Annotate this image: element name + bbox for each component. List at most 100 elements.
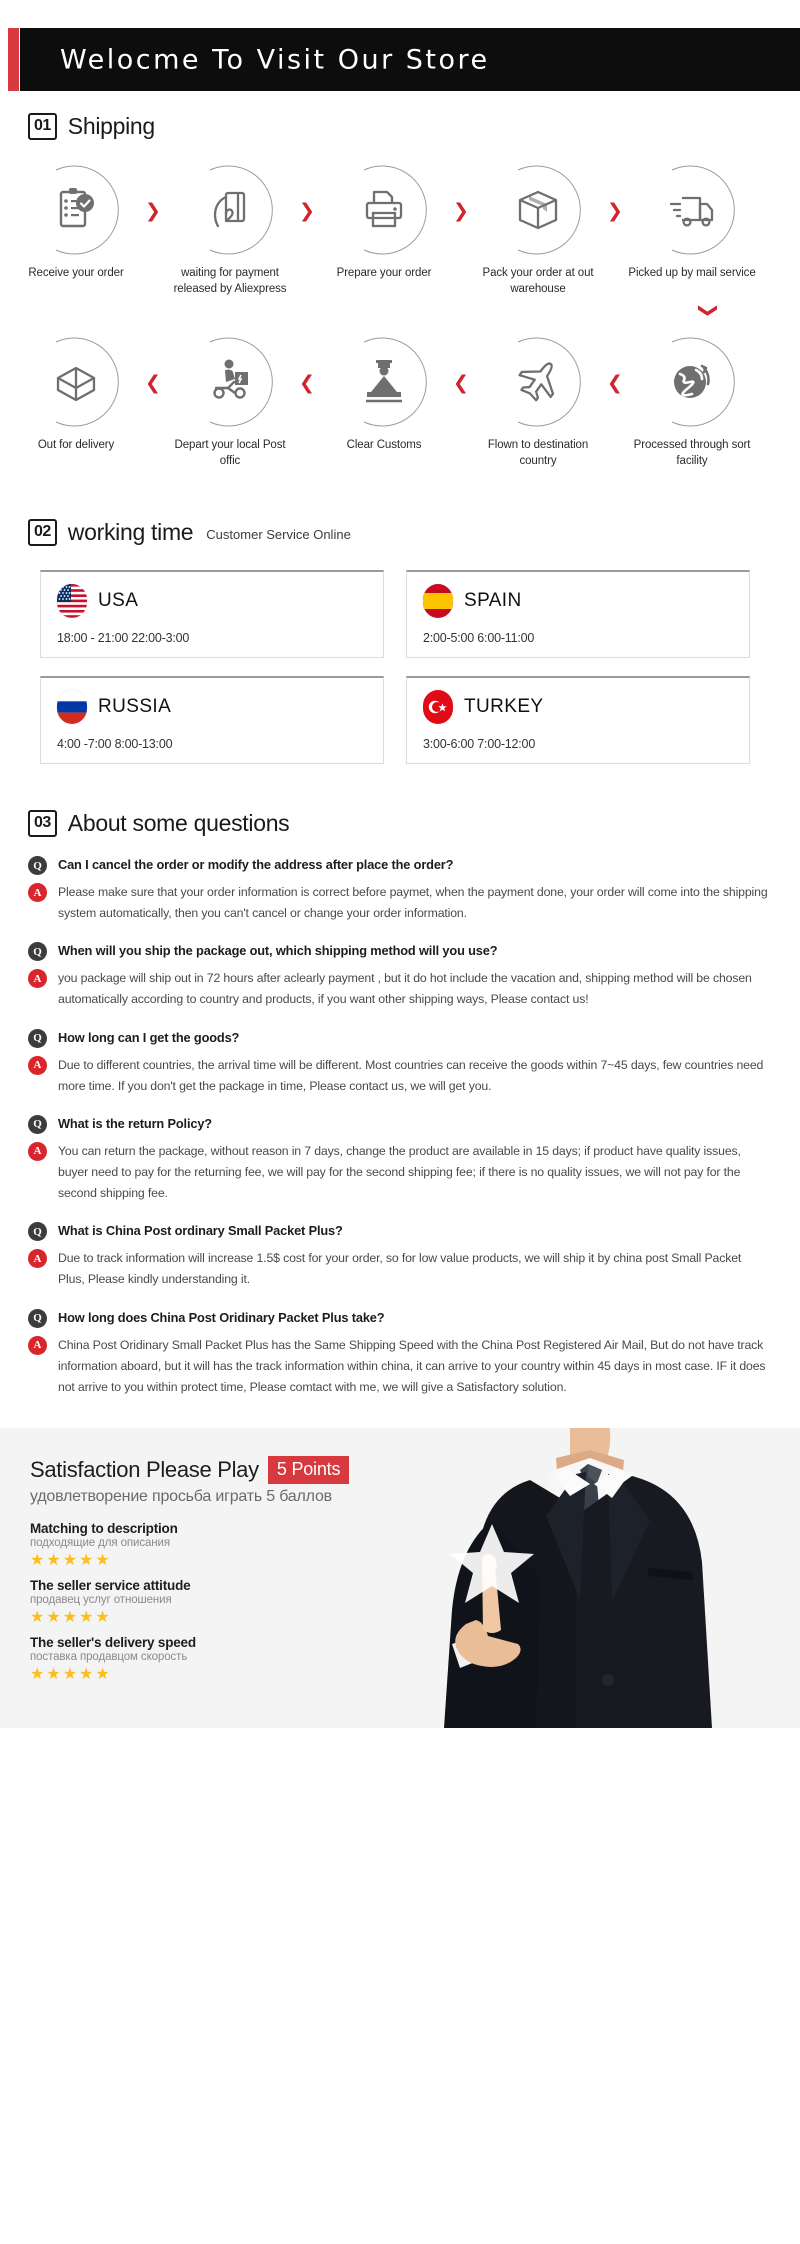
faq-answer: you package will ship out in 72 hours af… xyxy=(58,971,752,1007)
flow-step-label: Out for delivery xyxy=(37,439,115,452)
customs-officer-icon xyxy=(366,360,402,403)
working-hours: 18:00 - 21:00 22:00-3:00 xyxy=(57,631,190,646)
working-hours: 2:00-5:00 6:00-11:00 xyxy=(423,631,535,646)
flow-step: Out for delivery xyxy=(12,334,140,454)
faq-answer: You can return the package, without reas… xyxy=(58,1143,741,1201)
flow-step-label: Flown to destination country xyxy=(487,439,589,467)
star-rating-icon[interactable]: ★★★★★ xyxy=(30,1550,800,1569)
answer-badge: A xyxy=(28,1141,47,1161)
flow-step: Clear Customs xyxy=(320,334,448,454)
rating-name-ru: поставка продавцом скорость xyxy=(30,1651,188,1664)
flow-step: Processed through sort facility xyxy=(628,334,756,469)
star-rating-icon[interactable]: ★★★★★ xyxy=(30,1607,800,1626)
rating-panel: Satisfaction Please Play 5 Points удовле… xyxy=(0,1428,800,1684)
rating-name: The seller's delivery speed xyxy=(30,1635,196,1651)
answer-badge: A xyxy=(28,883,47,903)
faq-question: How long does China Post Oridinary Packe… xyxy=(58,1309,385,1325)
step-circle xyxy=(182,334,278,430)
working-hours: 4:00 -7:00 8:00-13:00 xyxy=(57,737,173,752)
flow-arrow-right-icon: ❯ xyxy=(453,200,469,222)
flow-arrow-left-icon: ❮ xyxy=(145,372,161,395)
rating-name-ru: продавец услуг отношения xyxy=(30,1594,172,1607)
country-name: USA xyxy=(98,590,139,612)
step-circle xyxy=(182,162,278,258)
satisfaction-subtitle: удовлетворение просьба играть 5 баллов xyxy=(30,1488,332,1506)
section-number: 02 xyxy=(28,519,57,547)
working-time-cards: USA 18:00 - 21:00 22:00-3:00 SPAIN 2:00-… xyxy=(0,570,800,765)
flow-step: Pack your order at out warehouse xyxy=(474,162,602,297)
step-circle xyxy=(490,334,586,430)
answer-badge: A xyxy=(28,969,47,989)
question-badge: Q xyxy=(28,1222,47,1242)
answer-badge: A xyxy=(28,1335,47,1355)
rating-seller-service-attitude: The seller service attitude продавец усл… xyxy=(30,1578,800,1626)
flow-step: Picked up by mail service xyxy=(628,162,756,282)
faq-question: Can I cancel the order or modify the add… xyxy=(58,857,454,873)
shipping-flow-row-2: Out for delivery ❮ Depart your local Pos… xyxy=(0,334,800,469)
scooter-courier-icon xyxy=(213,359,248,399)
country-name: RUSSIA xyxy=(98,696,172,718)
working-time-card-russia[interactable]: RUSSIA 4:00 -7:00 8:00-13:00 xyxy=(40,676,384,765)
question-badge: Q xyxy=(28,1114,47,1134)
flow-arrow-right-icon: ❯ xyxy=(145,200,161,222)
flow-step-label: Clear Customs xyxy=(346,439,422,452)
flow-arrow-right-icon: ❯ xyxy=(607,200,623,222)
step-circle xyxy=(336,334,432,430)
flag-turkey-icon xyxy=(423,690,453,725)
satisfaction-footer: Satisfaction Please Play 5 Points удовле… xyxy=(0,1428,800,1729)
flow-step-label: waiting for payment released by Aliexpre… xyxy=(173,267,287,295)
faq-item: Q What is the return Policy? A You can r… xyxy=(28,1114,770,1204)
step-circle xyxy=(336,162,432,258)
satisfaction-title: Satisfaction Please Play xyxy=(30,1457,259,1483)
flow-step: Receive your order xyxy=(12,162,140,282)
step-circle xyxy=(490,162,586,258)
banner-black-bar: Welocme To Visit Our Store xyxy=(20,28,800,91)
airplane-icon xyxy=(518,362,555,402)
working-time-card-spain[interactable]: SPAIN 2:00-5:00 6:00-11:00 xyxy=(406,570,750,659)
working-time-card-turkey[interactable]: TURKEY 3:00-6:00 7:00-12:00 xyxy=(406,676,750,765)
section-title: working time xyxy=(67,519,194,546)
flow-step: Prepare your order xyxy=(320,162,448,282)
question-badge: Q xyxy=(28,1308,47,1328)
faq-item: Q What is China Post ordinary Small Pack… xyxy=(28,1221,770,1290)
working-hours: 3:00-6:00 7:00-12:00 xyxy=(423,737,536,752)
flow-step-label: Picked up by mail service xyxy=(628,267,756,279)
faq-question: How long can I get the goods? xyxy=(58,1029,240,1045)
page-banner: Welocme To Visit Our Store xyxy=(0,0,800,105)
question-badge: Q xyxy=(28,942,47,962)
flag-usa-icon xyxy=(57,584,87,619)
working-time-card-usa[interactable]: USA 18:00 - 21:00 22:00-3:00 xyxy=(40,570,384,659)
flow-arrow-right-icon: ❯ xyxy=(299,200,315,222)
faq-item: Q How long can I get the goods? A Due to… xyxy=(28,1028,770,1097)
page-title: Welocme To Visit Our Store xyxy=(60,44,490,75)
rating-seller-delivery-speed: The seller's delivery speed поставка про… xyxy=(30,1635,800,1683)
section-title: Shipping xyxy=(67,113,155,139)
section-header-faq: 03 About some questions xyxy=(0,810,800,838)
faq-question: What is the return Policy? xyxy=(58,1115,212,1131)
flow-step-label: Processed through sort facility xyxy=(633,439,751,467)
country-name: SPAIN xyxy=(464,590,522,612)
flag-spain-icon xyxy=(423,584,453,619)
faq-list: Q Can I cancel the order or modify the a… xyxy=(0,855,800,1398)
rating-matching-to-description: Matching to description подходящие для о… xyxy=(30,1521,800,1569)
star-rating-icon[interactable]: ★★★★★ xyxy=(30,1664,800,1683)
flow-step-label: Depart your local Post offic xyxy=(174,439,286,467)
store-info-page: Welocme To Visit Our Store 01 Shipping R… xyxy=(0,0,800,2244)
printer-icon xyxy=(365,190,403,228)
faq-answer: Due to different countries, the arrival … xyxy=(58,1057,764,1093)
question-badge: Q xyxy=(28,856,47,876)
faq-question: What is China Post ordinary Small Packet… xyxy=(58,1223,343,1239)
flow-step-label: Prepare your order xyxy=(336,267,432,279)
rating-name-ru: подходящие для описания xyxy=(30,1537,170,1550)
banner-accent-bar xyxy=(8,28,19,91)
faq-question: When will you ship the package out, whic… xyxy=(58,943,498,959)
points-badge: 5 Points xyxy=(267,1456,350,1485)
flow-step-label: Receive your order xyxy=(28,267,124,279)
flow-step: Flown to destination country xyxy=(474,334,602,469)
section-header-shipping: 01 Shipping xyxy=(0,113,800,140)
answer-badge: A xyxy=(28,1055,47,1075)
faq-item: Q Can I cancel the order or modify the a… xyxy=(28,855,770,924)
faq-item: Q When will you ship the package out, wh… xyxy=(28,941,770,1010)
flow-step-label: Pack your order at out warehouse xyxy=(482,267,594,295)
faq-item: Q How long does China Post Oridinary Pac… xyxy=(28,1308,770,1398)
